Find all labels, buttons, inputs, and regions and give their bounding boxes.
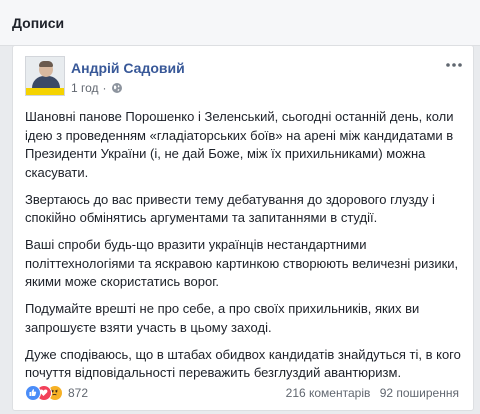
shares-count-link[interactable]: 92 поширення (380, 386, 459, 400)
comments-count-link[interactable]: 216 коментарів (286, 386, 371, 400)
post-card: Андрій Садовий 1 год · Шановні панове По… (12, 45, 474, 411)
reactions-count[interactable]: 872 (68, 386, 88, 400)
post-paragraph: Дуже сподіваюсь, що в штабах обидвох кан… (25, 346, 461, 381)
post-stats: 216 коментарів 92 поширення (286, 386, 459, 400)
reactions-summary[interactable]: 872 (25, 385, 88, 401)
post-paragraph: Ваші спроби будь-що вразити українців не… (25, 237, 459, 289)
posts-section-header: Дописи (0, 0, 480, 46)
post-paragraph: Шановні панове Порошенко і Зеленський, с… (25, 109, 454, 180)
like-icon (25, 385, 41, 401)
post-text: Шановні панове Порошенко і Зеленський, с… (25, 108, 465, 391)
post-paragraph: Звертаюсь до вас привести тему дебатуван… (25, 191, 435, 226)
post-meta: 1 год · (71, 81, 123, 95)
globe-icon[interactable] (111, 82, 123, 94)
section-title: Дописи (12, 15, 65, 31)
more-options-icon[interactable] (445, 58, 463, 70)
avatar[interactable] (25, 56, 65, 96)
post-paragraph: Подумайте врешті не про себе, а про свої… (25, 301, 420, 335)
author-name-link[interactable]: Андрій Садовий (71, 60, 185, 76)
meta-separator: · (102, 81, 107, 95)
post-timestamp[interactable]: 1 год (71, 81, 99, 95)
